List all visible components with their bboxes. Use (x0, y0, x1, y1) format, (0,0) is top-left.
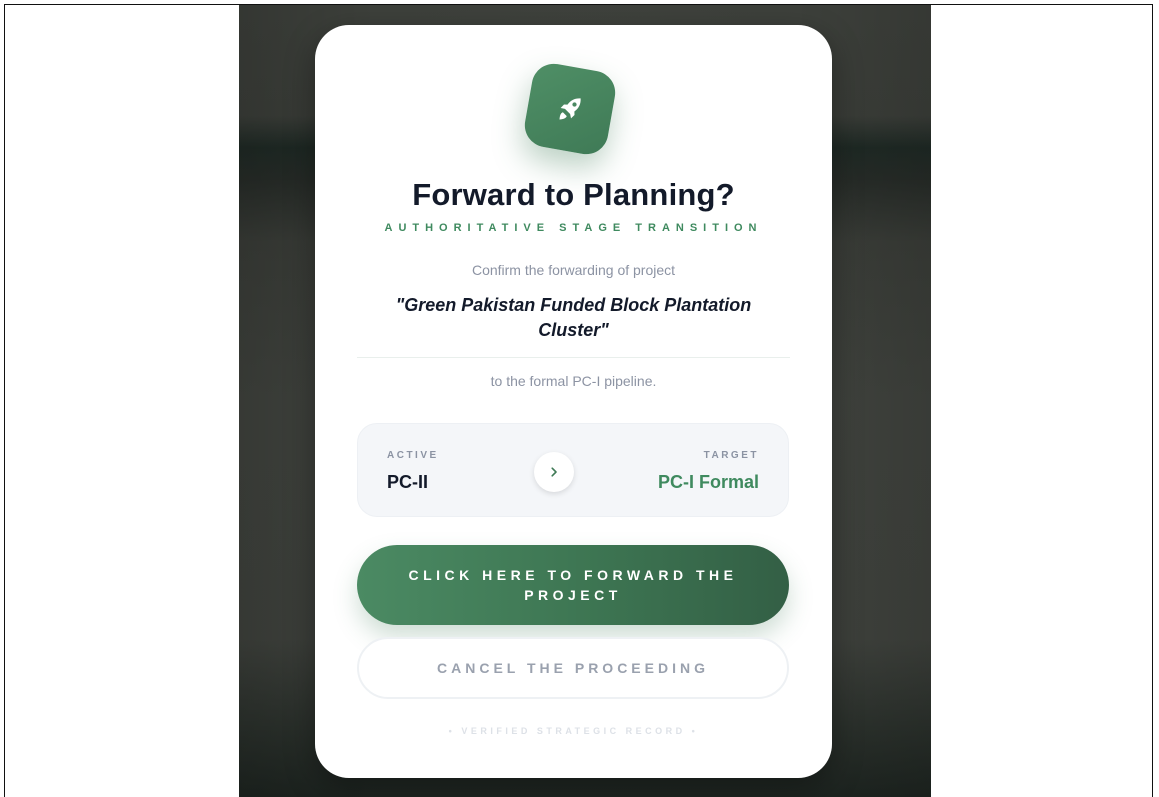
cancel-button[interactable]: CANCEL THE PROCEEDING (357, 637, 789, 699)
project-name: "Green Pakistan Funded Block Plantation … (395, 295, 752, 340)
target-stage-value: PC-I Formal (657, 472, 759, 492)
stage-transition-panel: ACTIVE PC-II TARGET PC-I Formal (357, 423, 789, 517)
dialog-title: Forward to Planning? (412, 177, 735, 212)
target-stage-label: TARGET (703, 450, 759, 461)
forward-dialog: Forward to Planning? AUTHORITATIVE STAGE… (315, 25, 832, 778)
forward-button-label: CLICK HERE TO FORWARD THE PROJECT (408, 567, 738, 603)
active-stage-label: ACTIVE (387, 450, 439, 461)
pipeline-text: to the formal PC-I pipeline. (490, 373, 657, 389)
divider (357, 357, 790, 358)
rocket-icon (559, 98, 581, 120)
footer-note: • VERIFIED STRATEGIC RECORD • (448, 726, 699, 736)
forward-project-button[interactable]: CLICK HERE TO FORWARD THE PROJECT (357, 545, 789, 625)
confirm-text: Confirm the forwarding of project (471, 262, 676, 278)
chevron-right-icon (551, 467, 557, 477)
rocket-icon-badge (521, 60, 619, 158)
active-stage-value: PC-II (387, 472, 429, 492)
dialog-subtitle: AUTHORITATIVE STAGE TRANSITION (384, 222, 763, 234)
cancel-button-label: CANCEL THE PROCEEDING (437, 660, 709, 676)
transition-arrow (534, 452, 574, 492)
